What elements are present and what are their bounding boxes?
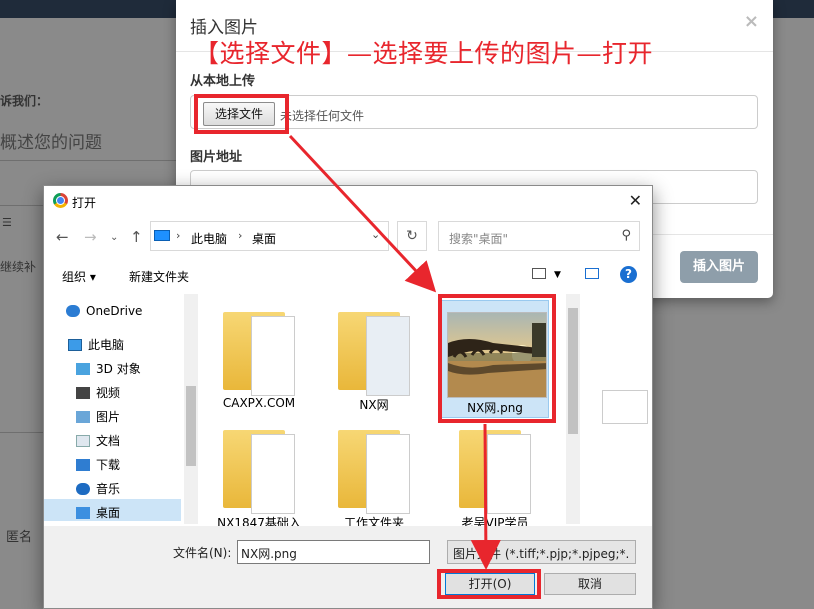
download-icon bbox=[76, 459, 90, 471]
chrome-icon bbox=[53, 193, 68, 208]
problem-placeholder[interactable]: 概述您的问题 bbox=[0, 128, 102, 153]
document-icon bbox=[76, 435, 90, 447]
no-file-text: 未选择任何文件 bbox=[280, 109, 365, 123]
folder-icon bbox=[223, 430, 295, 514]
chevron-down-icon[interactable]: ▼ bbox=[554, 270, 561, 280]
filename-label: 文件名(N): bbox=[173, 546, 232, 560]
nav-item-documents[interactable]: 文档 bbox=[76, 432, 120, 452]
nav-item-label: 音乐 bbox=[96, 482, 121, 496]
cloud-icon bbox=[66, 305, 80, 317]
image-url-label: 图片地址 bbox=[190, 150, 243, 165]
file-label: CAXPX.COM bbox=[222, 396, 296, 410]
insert-image-button[interactable]: 插入图片 bbox=[680, 251, 758, 283]
nav-item-music[interactable]: 音乐 bbox=[76, 480, 120, 500]
nav-item-onedrive[interactable]: OneDrive bbox=[66, 304, 142, 324]
folder-icon bbox=[338, 430, 410, 514]
search-input[interactable]: 搜索"桌面" ⚲ bbox=[438, 221, 640, 251]
video-icon bbox=[76, 387, 90, 399]
nav-item-downloads[interactable]: 下载 bbox=[76, 456, 120, 476]
filename-input[interactable]: NX网.png bbox=[237, 540, 430, 564]
organize-menu[interactable]: 组织 ▾ bbox=[62, 268, 96, 285]
back-arrow-icon[interactable]: ← bbox=[56, 228, 69, 246]
address-bar[interactable]: › 此电脑 › 桌面 ⌄ bbox=[150, 221, 389, 251]
nav-item-3d-objects[interactable]: 3D 对象 bbox=[76, 360, 141, 380]
cancel-button[interactable]: 取消 bbox=[544, 573, 636, 595]
nav-item-label: OneDrive bbox=[86, 304, 143, 318]
close-icon[interactable]: ✕ bbox=[629, 191, 642, 210]
instruction-annotation: 【选择文件】—选择要上传的图片—打开 bbox=[194, 39, 654, 68]
nav-item-label: 文档 bbox=[96, 434, 121, 448]
anonymous-label: 匿名 bbox=[6, 530, 33, 545]
nav-scrollbar-thumb[interactable] bbox=[186, 386, 196, 466]
nav-item-label: 视频 bbox=[96, 386, 121, 400]
continue-text: 继续补 bbox=[0, 260, 37, 274]
divider bbox=[0, 160, 176, 161]
folder-icon bbox=[459, 430, 531, 514]
editor-toolbar-icon[interactable]: ☰ bbox=[2, 216, 12, 229]
desktop-icon bbox=[76, 507, 90, 519]
new-folder-button[interactable]: 新建文件夹 bbox=[129, 268, 189, 285]
breadcrumb-this-pc[interactable]: 此电脑 bbox=[191, 230, 227, 247]
folder-icon bbox=[223, 312, 295, 396]
nav-item-label: 图片 bbox=[96, 410, 121, 424]
search-icon[interactable]: ⚲ bbox=[621, 228, 631, 243]
nav-item-videos[interactable]: 视频 bbox=[76, 384, 120, 404]
up-arrow-icon[interactable]: ↑ bbox=[130, 228, 143, 246]
search-placeholder: 搜索"桌面" bbox=[449, 232, 509, 246]
refresh-icon[interactable]: ↻ bbox=[397, 221, 427, 251]
highlight-box-selected-file bbox=[438, 294, 556, 423]
contact-label: 诉我们： bbox=[0, 94, 49, 108]
folder-icon bbox=[338, 312, 410, 396]
dialog-title: 打开 bbox=[72, 196, 97, 210]
help-icon[interactable]: ? bbox=[620, 266, 637, 283]
file-open-dialog: 打开 ✕ ← → ⌄ ↑ › 此电脑 › 桌面 ⌄ ↻ 搜索"桌面" ⚲ 组织 … bbox=[43, 185, 653, 609]
dialog-bottom-bar bbox=[44, 526, 652, 608]
nav-item-this-pc[interactable]: 此电脑 bbox=[68, 336, 124, 356]
file-list-scrollbar-thumb[interactable] bbox=[568, 308, 578, 434]
picture-icon bbox=[76, 411, 90, 423]
file-item-vip-students[interactable]: 老吴VIP学员 bbox=[441, 418, 549, 542]
close-icon[interactable]: × bbox=[744, 11, 759, 32]
nav-item-pictures[interactable]: 图片 bbox=[76, 408, 120, 428]
file-label: NX网 bbox=[359, 398, 389, 412]
highlight-box-open-button bbox=[437, 569, 541, 599]
computer-icon bbox=[68, 339, 82, 351]
music-icon bbox=[76, 483, 90, 495]
chevron-right-icon[interactable]: › bbox=[238, 229, 242, 242]
breadcrumb-desktop[interactable]: 桌面 bbox=[252, 230, 276, 247]
nav-item-label: 3D 对象 bbox=[96, 362, 141, 376]
nav-item-label: 桌面 bbox=[96, 506, 121, 520]
chevron-right-icon[interactable]: › bbox=[176, 229, 180, 242]
nav-item-label: 此电脑 bbox=[88, 338, 125, 352]
computer-icon bbox=[154, 230, 170, 241]
preview-pane-thumbnail bbox=[602, 390, 648, 424]
highlight-box-choose-file bbox=[194, 94, 289, 134]
chevron-down-icon[interactable]: ⌄ bbox=[110, 232, 118, 243]
file-item-work-folder[interactable]: 工作文件夹 bbox=[320, 418, 428, 542]
filetype-select[interactable]: 图片文件 (*.tiff;*.pjp;*.pjpeg;*. bbox=[447, 540, 636, 564]
cube-icon bbox=[76, 363, 90, 375]
chevron-down-icon[interactable]: ⌄ bbox=[371, 228, 380, 241]
file-item-nx1847[interactable]: NX1847基础入 bbox=[205, 418, 313, 542]
divider bbox=[0, 432, 43, 433]
nav-item-label: 下载 bbox=[96, 458, 121, 472]
file-item-nx[interactable]: NX网 bbox=[320, 300, 428, 424]
preview-pane-icon[interactable] bbox=[585, 268, 599, 279]
view-mode-icon[interactable] bbox=[532, 268, 546, 279]
nav-item-desktop[interactable]: 桌面 bbox=[76, 504, 120, 524]
local-upload-label: 从本地上传 bbox=[190, 74, 256, 89]
forward-arrow-icon[interactable]: → bbox=[84, 228, 97, 246]
file-item-caxpx[interactable]: CAXPX.COM bbox=[205, 300, 313, 424]
divider bbox=[0, 205, 43, 206]
